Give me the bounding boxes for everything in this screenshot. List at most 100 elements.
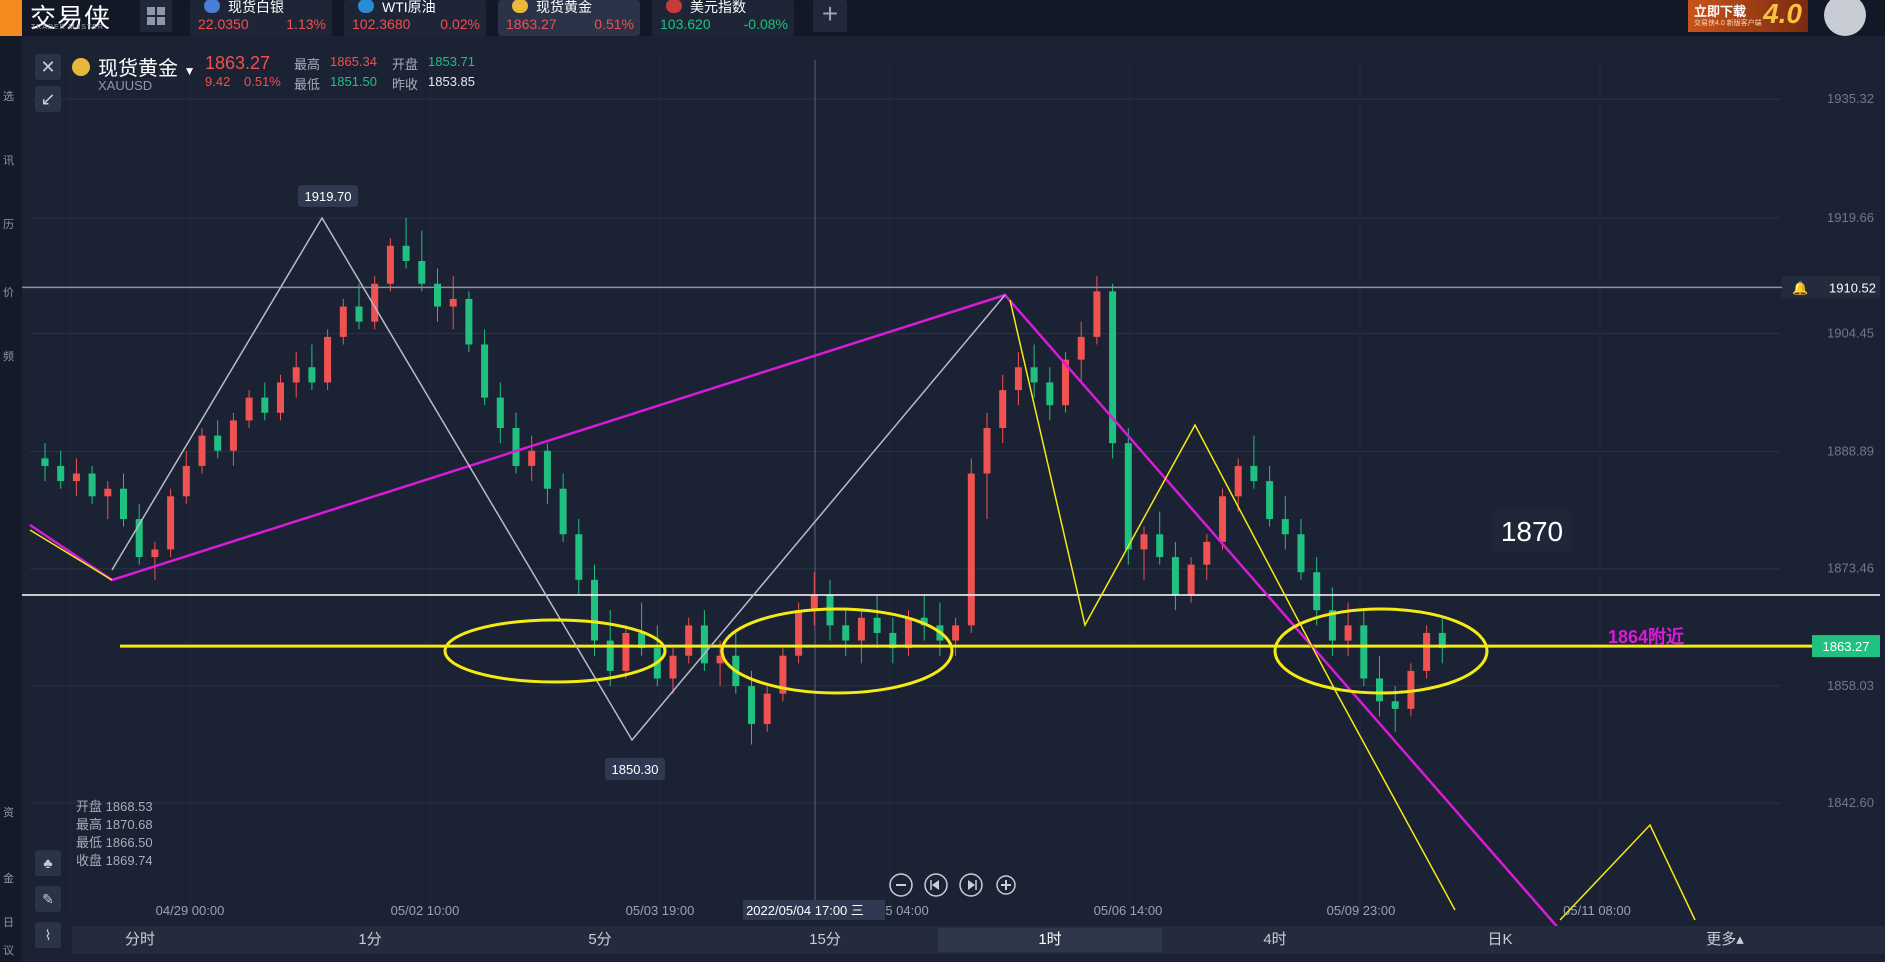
candle-body: [198, 435, 206, 466]
alert-line-label: 1910.52: [1829, 280, 1876, 295]
timeframe-6[interactable]: 日K: [1388, 928, 1612, 952]
candle: [967, 458, 975, 633]
candle: [104, 481, 112, 520]
candle-body: [120, 488, 127, 520]
collapse-icon[interactable]: ↙: [35, 86, 61, 112]
prev-icon[interactable]: [924, 873, 948, 897]
y-tick-label: 1935.32: [1827, 91, 1874, 106]
candle: [167, 488, 175, 558]
ohlc-label: 收盘: [76, 853, 103, 868]
pen-icon[interactable]: ✎: [35, 886, 61, 912]
timeframe-2[interactable]: 5分: [488, 928, 712, 952]
candle-body: [245, 397, 253, 421]
timeframe-3[interactable]: 15分: [713, 928, 937, 952]
trough-label: 1850.30: [612, 762, 659, 777]
candle: [1250, 435, 1258, 489]
timeframe-5[interactable]: 4时: [1163, 928, 1387, 952]
candle-body: [308, 367, 316, 383]
y-tick-label: 1873.46: [1827, 561, 1874, 576]
candle-body: [1046, 382, 1054, 406]
y-axis: 1935.32 1919.66 1904.45 1888.89 1873.46 1858.…: [1827, 91, 1874, 810]
candlestick-chart[interactable]: 1935.32 1919.66 1904.45 1888.89 1873.46 1858.…: [0, 0, 1885, 962]
trendline-yellow: [1009, 299, 1456, 911]
candle-body: [842, 625, 850, 641]
candle: [669, 648, 677, 694]
candle: [763, 686, 771, 732]
candle-body: [543, 450, 551, 489]
candle: [418, 230, 426, 292]
candle-body: [1014, 367, 1022, 391]
candle-body: [1281, 519, 1289, 535]
prev-close-label: 昨收: [392, 77, 419, 92]
candle: [1171, 541, 1179, 611]
peak-label: 1919.70: [305, 189, 352, 204]
symbol-name[interactable]: 现货黄金 ▼: [98, 52, 195, 81]
candle: [1140, 526, 1148, 580]
candle: [999, 374, 1007, 444]
candle-body: [512, 427, 520, 466]
candle-body: [983, 427, 991, 474]
zoom-out-icon[interactable]: [889, 873, 913, 897]
candle: [88, 465, 96, 504]
candle: [606, 610, 614, 687]
candle: [1266, 465, 1274, 527]
candle: [261, 382, 269, 421]
candle: [638, 602, 646, 656]
candle: [1124, 427, 1132, 565]
candle-body: [496, 397, 504, 428]
last-price: 1863.27: [205, 53, 271, 73]
candle: [277, 374, 284, 421]
candle-body: [905, 617, 912, 649]
candle-body: [528, 450, 536, 466]
ohlc-label: 最低: [76, 835, 103, 850]
candle-body: [151, 549, 159, 558]
crosshair-open: 开盘 1868.53: [76, 796, 153, 815]
candle-body: [57, 465, 65, 482]
candle: [528, 435, 536, 482]
candle: [308, 344, 316, 391]
candle: [591, 564, 598, 656]
timeframe-7[interactable]: 更多▴: [1613, 928, 1837, 952]
ohlc-value: 1866.50: [105, 835, 153, 850]
candles: [41, 217, 1446, 745]
close-chart-button[interactable]: ✕: [35, 54, 61, 80]
candle-body: [873, 617, 881, 633]
next-icon[interactable]: [959, 873, 983, 897]
timeframe-0[interactable]: 分时: [28, 928, 252, 952]
price-change: 9.42: [205, 74, 231, 89]
candle-body: [1360, 625, 1368, 679]
indicator-icon[interactable]: ♣: [35, 850, 61, 876]
zoom-in-icon[interactable]: [996, 875, 1016, 895]
candle: [198, 427, 206, 474]
candle: [1297, 519, 1305, 580]
candle: [1281, 496, 1289, 550]
timeframe-1[interactable]: 1分: [258, 928, 482, 952]
candle-body: [1219, 496, 1226, 542]
drawing-overlays: 1919.70 1850.30 1870 1864附近 1863.27 🔔 1910.52: [22, 185, 1880, 931]
candle: [1077, 321, 1085, 383]
candle-body: [292, 367, 300, 383]
candle: [41, 443, 49, 482]
candle-body: [167, 496, 175, 550]
trendline-gray: [111, 216, 1006, 742]
candle: [465, 291, 473, 353]
candle-body: [1124, 443, 1132, 550]
x-tick-label: 05/02 10:00: [391, 903, 460, 918]
candle: [810, 572, 818, 626]
candle: [920, 594, 928, 641]
candle: [182, 450, 190, 504]
candle: [1156, 511, 1164, 565]
chart-grid: [30, 60, 1780, 910]
ohlc-value: 1870.68: [105, 817, 153, 832]
ohlc-label: 开盘: [76, 799, 103, 814]
candle: [1376, 655, 1383, 717]
x-axis: 04/29 00:00 05/02 10:00 05/03 19:00 2022/05…: [156, 900, 1631, 920]
candle: [543, 443, 551, 504]
candle: [355, 283, 363, 330]
symbol-name-text: 现货黄金: [98, 58, 178, 80]
x-tick-label: 2022/05/04 17:00 三: [746, 903, 864, 918]
timeframe-4[interactable]: 1时: [938, 928, 1162, 952]
price-change-pct: 0.51%: [244, 74, 281, 89]
candle-body: [1250, 465, 1258, 482]
candle-body: [1391, 701, 1399, 709]
